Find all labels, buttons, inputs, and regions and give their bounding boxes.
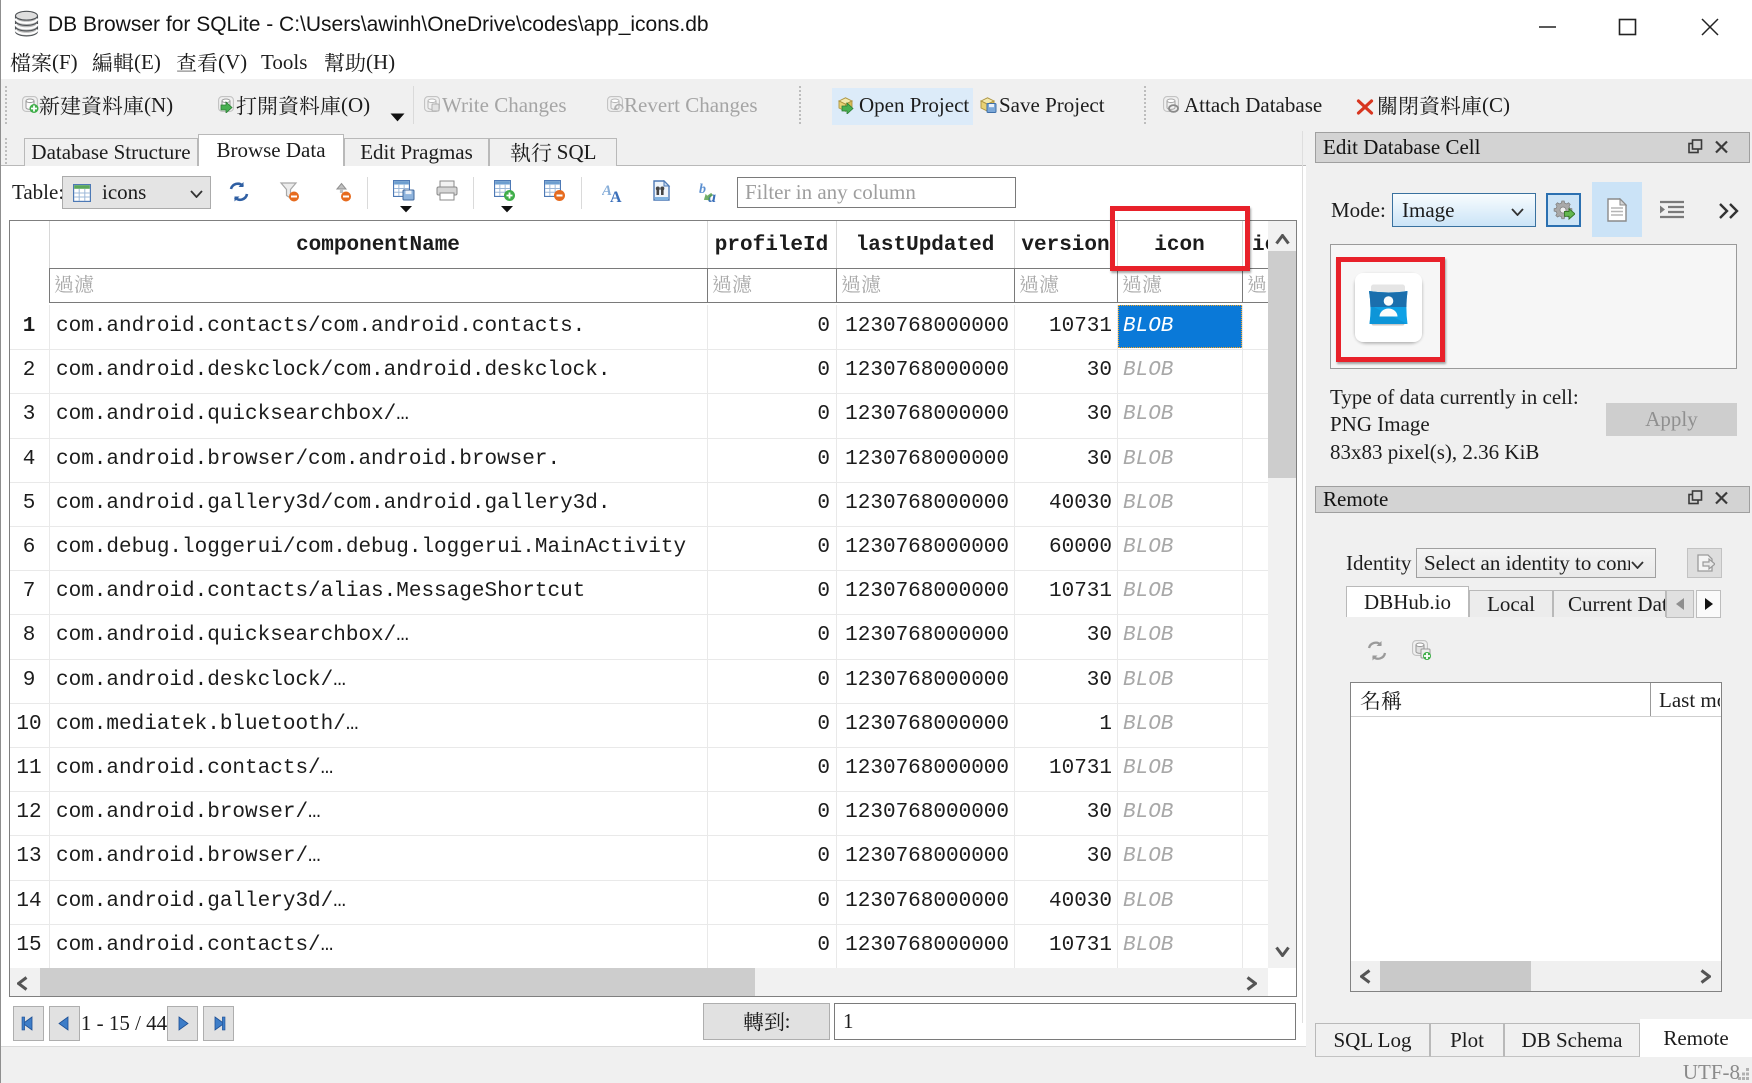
svg-text:A: A [610, 189, 622, 203]
svg-text:b: b [699, 182, 706, 197]
